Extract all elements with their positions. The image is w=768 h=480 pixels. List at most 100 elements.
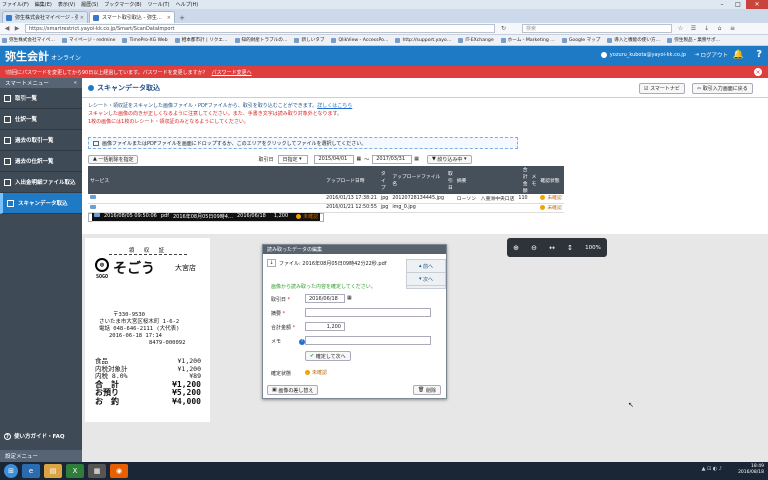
bookmark-item[interactable]: TimePro-XG Web [122,37,168,43]
date-from-input[interactable]: 2015/04/01 [314,154,355,164]
app-icon[interactable]: ▦ [88,464,106,478]
back-icon[interactable]: ◀ [2,24,12,33]
smart-navi-button[interactable]: ☑ スマートナビ [639,83,685,94]
bookmark-item[interactable]: マイページ - redmine [61,37,115,43]
sidebar-item-transactions[interactable]: 取引一覧 [0,88,82,109]
column-header[interactable]: タイプ [378,166,391,194]
bell-icon[interactable]: 🔔 [733,50,744,60]
date-to-input[interactable]: 2017/03/31 [372,154,413,164]
bookmark-item[interactable]: Google マップ [561,37,600,43]
menu-tools[interactable]: ツール(T) [148,1,170,8]
filter-button[interactable]: ▼ 絞り込み中 ▾ [426,154,472,164]
menu-help[interactable]: ヘルプ(H) [176,1,199,8]
memo-input[interactable] [305,336,431,345]
bookmark-item[interactable]: http://support.yayo… [395,37,451,43]
next-button[interactable]: ▾ 次へ [407,273,445,286]
logout-button[interactable]: ⇥ ログアウト [694,51,728,59]
calendar-icon[interactable]: ▦ [347,295,352,301]
transaction-date-input[interactable]: 2016/06/18 [305,294,345,303]
sidebar-item-scan-import[interactable]: スキャンデータ取込 [0,193,82,214]
forward-icon[interactable]: ▶ [12,24,22,33]
firefox-icon[interactable]: ◉ [110,464,128,478]
help-icon[interactable]: ? [756,49,762,60]
close-alert-icon[interactable]: × [754,68,762,76]
sidebar-item-journal[interactable]: 仕訳一覧 [0,109,82,130]
details-link[interactable]: 詳しくはこちら [317,103,352,109]
zoom-out-icon[interactable]: ⊖ [531,244,537,252]
bulk-delete-button[interactable]: ▲ 一括削除を指定 [88,154,139,164]
settings-menu[interactable]: 設定メニュー [0,450,82,462]
tab-smart-import[interactable]: スマート取引取込 - 弥生… × [89,11,175,23]
file-drop-zone[interactable]: 画像ファイルまたはPDFファイルを画面にドロップするか、このエリアをクリックして… [88,137,518,149]
receipt-divider [109,254,187,255]
bookmark-item[interactable]: ホーム - Marketing … [500,37,555,43]
table-row-selected[interactable]: 2016/08/05 09:50:06 pdf 2016年08月05日09時4…… [88,212,325,222]
maximize-icon[interactable]: □ [730,0,746,9]
guide-faq-link[interactable]: ? 使い方ガイド・FAQ [4,432,65,440]
bookmark-item[interactable]: 導入と機能の使い方… [607,37,660,43]
star-icon[interactable]: ☆ [676,25,685,33]
menu-icon[interactable]: ≡ [728,25,737,33]
bookmark-list-icon[interactable]: ☰ [689,25,698,33]
start-button[interactable]: ⊞ [4,464,18,478]
download-icon[interactable]: ↓ [267,259,276,267]
close-window-icon[interactable]: ✕ [746,0,768,9]
url-bar[interactable]: https://smartrestrict.yayoi-kk.co.jp/Sma… [25,24,495,33]
bookmark-item[interactable]: 弥生株式会社マイペ… [2,37,55,43]
explorer-icon[interactable]: ▤ [44,464,62,478]
bookmark-item[interactable]: 知的財産トラブルの… [234,37,287,43]
clock[interactable]: 18:49 2016/08/18 [738,464,764,476]
date-type-select[interactable]: 日指定 ▾ [278,154,309,164]
menu-edit[interactable]: 編集(E) [35,1,52,8]
browser-search-input[interactable]: 検索 [522,24,672,33]
column-header[interactable]: アップロードファイル名 [390,166,446,194]
system-tray-icons[interactable]: ▲ ⊡ ◐ ♪ [702,466,722,472]
bookmark-item[interactable]: IT-EXchange [458,37,494,43]
collapse-icon[interactable]: « [74,80,77,86]
column-header[interactable]: 摘要 [454,166,517,194]
bookmark-item[interactable]: 相本都市計 | リクエ… [174,37,228,43]
sidebar-item-bank-import[interactable]: 入出金明細ファイル取込 [0,172,82,193]
home-icon[interactable]: ⌂ [715,25,724,33]
delete-button[interactable]: 🗑 削除 [413,385,441,395]
fit-width-icon[interactable]: ↔ [549,244,555,252]
bookmark-item[interactable]: QlikView - AccessPo… [331,37,388,43]
menu-view[interactable]: 表示(V) [58,1,75,8]
calendar-icon[interactable]: ▦ [356,156,361,162]
confirm-next-button[interactable]: ✔ 確定して次へ [305,351,351,361]
tab-mypage[interactable]: 弥生株式会社マイページ - 弥… × [2,11,88,23]
bookmark-item[interactable]: 新しいタブ [294,37,324,43]
sogo-logo-icon: ⊗ [95,258,109,272]
replace-image-button[interactable]: ▣ 画像の差し替え [267,385,319,395]
zoom-in-icon[interactable]: ⊕ [513,244,519,252]
sidebar-item-past-journal[interactable]: 過去の仕訳一覧 [0,151,82,172]
amount-input[interactable]: 1,200 [305,322,345,331]
table-row[interactable]: 2016/01/13 17:38:21 jpg 20120728134445.j… [88,194,564,204]
close-tab-icon[interactable]: × [167,15,171,21]
column-header[interactable]: 合計金額 [516,166,530,194]
ie-icon[interactable]: e [22,464,40,478]
minimize-icon[interactable]: – [714,0,730,9]
fit-height-icon[interactable]: ↕ [567,244,573,252]
table-row[interactable]: 2016/01/21 12:50:55 jpg img_0.jpg 未確認 [88,203,564,213]
back-to-input-button[interactable]: ⇦ 取引入力画面に戻る [692,83,753,94]
app-logo[interactable]: 弥生会計 オンライン [5,48,81,64]
user-account[interactable]: yozuru_kubota@yayoi-kk.co.jp [600,52,686,58]
menu-file[interactable]: ファイル(F) [2,1,29,8]
column-header[interactable]: アップロード日時 [324,166,379,194]
reload-icon[interactable]: ↻ [499,25,508,33]
bookmark-item[interactable]: 弥生製品・業務サポ… [667,37,720,43]
calendar-icon[interactable]: ▦ [414,156,419,162]
sidebar-item-past-transactions[interactable]: 過去の取引一覧 [0,130,82,151]
prev-button[interactable]: ▴ 前へ [407,260,445,273]
download-icon[interactable]: ↓ [702,25,711,33]
menu-bookmarks[interactable]: ブックマーク(B) [104,1,141,8]
column-header[interactable]: 取引日 [446,166,455,194]
close-tab-icon[interactable]: × [80,15,84,21]
column-header[interactable]: 確認状態 [538,166,564,194]
password-change-link[interactable]: パスワード変更へ [212,69,252,76]
excel-icon[interactable]: X [66,464,84,478]
new-tab-button[interactable]: + [176,13,188,23]
menu-history[interactable]: 履歴(S) [81,1,98,8]
description-input[interactable] [305,308,431,317]
